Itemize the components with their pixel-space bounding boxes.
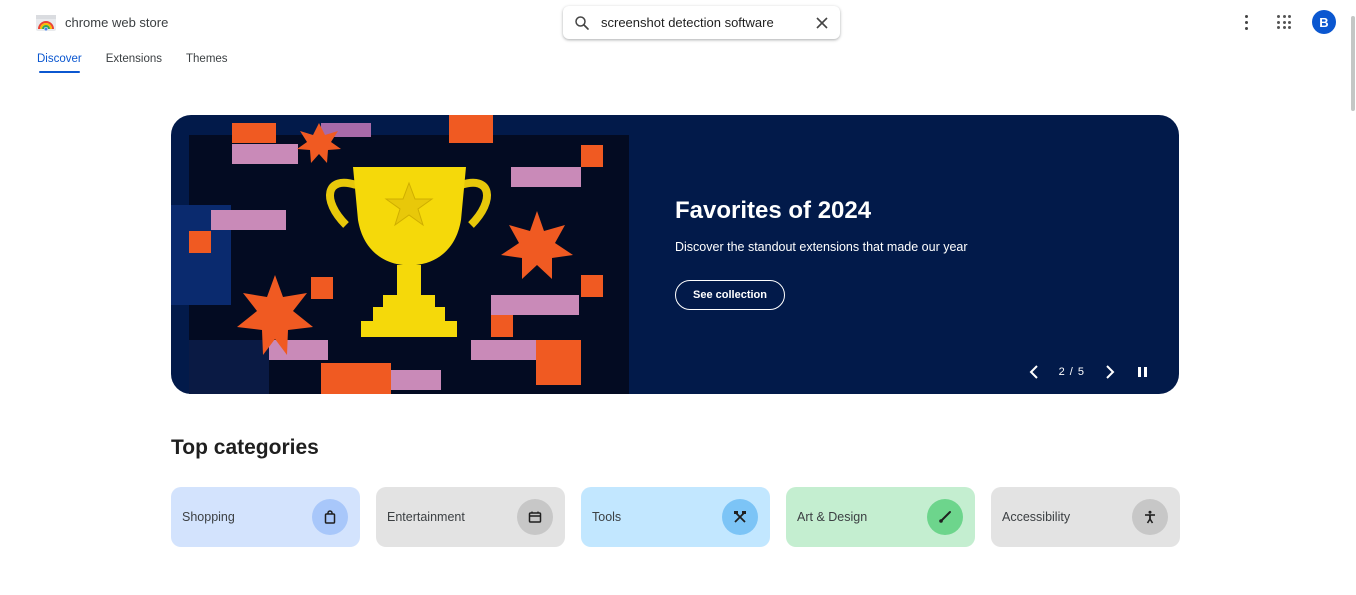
category-label: Shopping [182, 510, 235, 524]
category-label: Entertainment [387, 510, 465, 524]
brush-icon [927, 499, 963, 535]
hero-title: Favorites of 2024 [675, 197, 872, 224]
category-label: Accessibility [1002, 510, 1071, 524]
hero-subtitle: Discover the standout extensions that ma… [675, 240, 968, 254]
avatar[interactable]: B [1312, 10, 1336, 34]
pause-icon[interactable] [1135, 364, 1149, 380]
store-logo[interactable]: chrome web store [35, 12, 168, 32]
category-entertainment[interactable]: Entertainment [376, 487, 565, 547]
tools-icon [722, 499, 758, 535]
chevron-left-icon[interactable] [1027, 364, 1041, 380]
shopping-bag-icon [312, 499, 348, 535]
category-art-design[interactable]: Art & Design [786, 487, 975, 547]
category-tools[interactable]: Tools [581, 487, 770, 547]
more-options-icon[interactable] [1236, 10, 1256, 34]
tab-themes[interactable]: Themes [186, 53, 228, 71]
tab-extensions[interactable]: Extensions [106, 53, 162, 71]
carousel-controls: 2 / 5 [1027, 364, 1149, 380]
carousel-counter: 2 / 5 [1058, 366, 1085, 378]
accessibility-icon [1132, 499, 1168, 535]
trophy-illustration [171, 115, 629, 394]
search-input[interactable] [601, 15, 801, 30]
main-tabs: Discover Extensions Themes [37, 53, 228, 73]
header-actions: B [1236, 10, 1336, 34]
tab-discover[interactable]: Discover [37, 53, 82, 73]
hero-banner[interactable]: Favorites of 2024 Discover the standout … [171, 115, 1179, 394]
category-label: Tools [592, 510, 622, 524]
see-collection-button[interactable]: See collection [675, 280, 785, 310]
store-name: chrome web store [65, 14, 169, 30]
page-scrollbar[interactable] [1350, 0, 1356, 595]
chevron-right-icon[interactable] [1103, 364, 1117, 380]
search-icon[interactable] [573, 14, 591, 32]
search-box[interactable] [563, 6, 840, 39]
google-apps-icon[interactable] [1272, 10, 1296, 34]
category-accessibility[interactable]: Accessibility [991, 487, 1180, 547]
chrome-web-store-icon [36, 15, 56, 31]
category-label: Art & Design [797, 510, 868, 524]
category-shopping[interactable]: Shopping [171, 487, 360, 547]
scrollbar-thumb[interactable] [1351, 16, 1355, 111]
category-list: Shopping Entertainment Tools Art & Desig… [171, 487, 1180, 547]
calendar-icon [517, 499, 553, 535]
close-icon[interactable] [814, 15, 830, 31]
top-categories-heading: Top categories [171, 436, 319, 459]
